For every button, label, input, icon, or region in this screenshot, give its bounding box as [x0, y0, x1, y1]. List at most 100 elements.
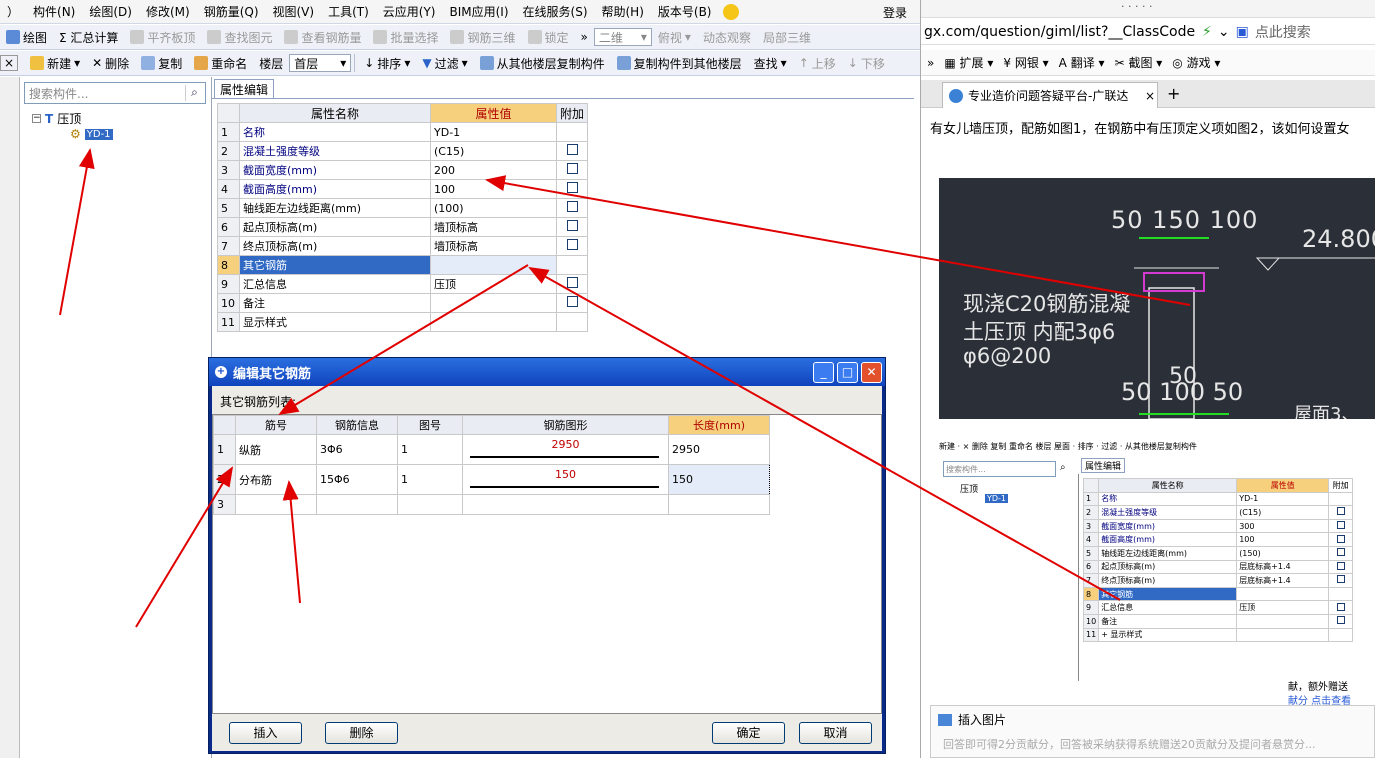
cancel-button[interactable]: 取消: [799, 722, 872, 744]
property-value[interactable]: 墙顶标高: [430, 217, 557, 237]
figure-no-cell[interactable]: 1: [397, 434, 463, 465]
bank-button[interactable]: ¥ 网银 ▾: [1003, 54, 1048, 71]
move-up-button[interactable]: ↑ 上移: [793, 55, 842, 72]
add-checkbox[interactable]: [566, 163, 578, 174]
rebar-row[interactable]: 2 分布筋 15Φ6 1 150 150: [213, 464, 770, 495]
rebar-row[interactable]: 1 纵筋 3Φ6 1 2950 2950: [213, 434, 770, 465]
property-value[interactable]: (100): [430, 198, 557, 218]
property-row[interactable]: 3 截面宽度(mm) 200: [217, 160, 589, 180]
property-row[interactable]: 1 名称 YD-1: [217, 122, 589, 142]
menu-modify[interactable]: 修改(M): [139, 3, 197, 20]
property-value[interactable]: 压顶: [430, 274, 557, 294]
add-checkbox[interactable]: [566, 277, 578, 288]
close-icon[interactable]: ×: [0, 55, 19, 71]
tree-item-yd1[interactable]: ⚙ YD-1: [70, 127, 113, 141]
sort-button[interactable]: ↓ 排序 ▾: [358, 55, 416, 72]
add-checkbox[interactable]: [566, 296, 578, 307]
move-down-button[interactable]: ↓ 下移: [842, 55, 891, 72]
menu-online[interactable]: 在线服务(S): [516, 3, 595, 20]
chevron-down-icon[interactable]: ⌄: [1218, 24, 1230, 40]
maximize-button[interactable]: □: [837, 362, 858, 383]
property-row[interactable]: 9 汇总信息 压顶: [217, 274, 589, 294]
property-row[interactable]: 7 终点顶标高(m) 墙顶标高: [217, 236, 589, 256]
add-checkbox[interactable]: [566, 239, 578, 250]
insert-button[interactable]: 插入: [229, 722, 302, 744]
length-cell[interactable]: 150: [668, 464, 770, 495]
local-3d-button[interactable]: 局部三维: [757, 29, 817, 46]
property-row[interactable]: 4 截面高度(mm) 100: [217, 179, 589, 199]
new-button[interactable]: 新建 ▾: [24, 55, 86, 72]
property-value[interactable]: 200: [430, 160, 557, 180]
copy-button[interactable]: 复制: [135, 55, 188, 72]
bar-shape-cell[interactable]: [462, 494, 669, 515]
bar-shape-cell[interactable]: 2950: [462, 434, 669, 465]
rename-button[interactable]: 重命名: [188, 55, 253, 72]
orbit-button[interactable]: 动态观察: [697, 29, 757, 46]
rebar-row[interactable]: 3: [213, 494, 770, 515]
screenshot-button[interactable]: ✂ 截图 ▾: [1115, 54, 1163, 71]
property-value[interactable]: 100: [430, 179, 557, 199]
delete-button[interactable]: ✕ 删除: [86, 55, 135, 72]
tab-property-edit[interactable]: 属性编辑: [214, 79, 275, 99]
browser-tab[interactable]: 专业造价问题答疑平台-广联达 ×: [942, 82, 1158, 108]
add-checkbox[interactable]: [566, 220, 578, 231]
login-link[interactable]: 登录: [876, 4, 914, 21]
bar-shape-cell[interactable]: 150: [462, 464, 669, 495]
address-bar[interactable]: gx.com/question/giml/list?__ClassCode=-1…: [921, 19, 1375, 45]
new-tab-button[interactable]: +: [1167, 84, 1180, 103]
menu-cloud[interactable]: 云应用(Y): [376, 3, 443, 20]
batch-select-button[interactable]: 批量选择: [367, 29, 444, 46]
collapse-icon[interactable]: −: [32, 114, 41, 123]
add-checkbox[interactable]: [566, 182, 578, 193]
dialog-close-button[interactable]: ✕: [861, 362, 882, 383]
menu-rebar[interactable]: 钢筋量(Q): [197, 3, 266, 20]
property-value[interactable]: [430, 293, 557, 313]
draw-button[interactable]: 绘图: [0, 29, 53, 46]
property-value[interactable]: [430, 255, 557, 275]
property-value[interactable]: [430, 312, 557, 332]
top-view-button[interactable]: 俯视 ▾: [652, 29, 697, 46]
menu-view[interactable]: 视图(V): [266, 3, 322, 20]
add-checkbox[interactable]: [566, 144, 578, 155]
property-value[interactable]: YD-1: [430, 122, 557, 142]
menu-version[interactable]: 版本号(B): [651, 3, 719, 20]
property-row[interactable]: 6 起点顶标高(m) 墙顶标高: [217, 217, 589, 237]
more-icon[interactable]: »: [927, 56, 934, 70]
floor-select[interactable]: 首层 ▾: [289, 54, 352, 72]
rebar-3d-button[interactable]: 钢筋三维: [444, 29, 521, 46]
bar-no-cell[interactable]: 纵筋: [235, 434, 317, 465]
property-row[interactable]: 8 其它钢筋: [217, 255, 589, 275]
menu-help[interactable]: 帮助(H): [595, 3, 651, 20]
bar-no-cell[interactable]: 分布筋: [235, 464, 317, 495]
view-dim-select[interactable]: 二维 ▾: [593, 28, 652, 46]
length-cell[interactable]: 2950: [668, 434, 770, 465]
bar-info-cell[interactable]: [316, 494, 398, 515]
figure-no-cell[interactable]: [397, 494, 463, 515]
delete-row-button[interactable]: 删除: [325, 722, 398, 744]
bar-info-cell[interactable]: 15Φ6: [316, 464, 398, 495]
more-chevron-icon[interactable]: »: [575, 30, 594, 44]
game-button[interactable]: ◎ 游戏 ▾: [1172, 54, 1220, 71]
dialog-title-bar[interactable]: + 编辑其它钢筋: [209, 358, 885, 386]
property-value[interactable]: 墙顶标高: [430, 236, 557, 256]
ok-button[interactable]: 确定: [712, 722, 785, 744]
insert-image-button[interactable]: 插入图片: [938, 711, 1006, 728]
find-button[interactable]: 查找 ▾: [748, 55, 793, 72]
minimize-button[interactable]: _: [813, 362, 834, 383]
menu-draw[interactable]: 绘图(D): [82, 3, 139, 20]
copy-from-floor-button[interactable]: 从其他楼层复制构件: [474, 55, 611, 72]
add-checkbox[interactable]: [566, 201, 578, 212]
property-row[interactable]: 11 显示样式: [217, 312, 589, 332]
translate-button[interactable]: A 翻译 ▾: [1059, 54, 1105, 71]
ext-button[interactable]: ▦ 扩展 ▾: [944, 54, 993, 71]
menu-bim[interactable]: BIM应用(I): [442, 3, 515, 20]
copy-to-floor-button[interactable]: 复制构件到其他楼层: [611, 55, 748, 72]
property-row[interactable]: 10 备注: [217, 293, 589, 313]
menu-component[interactable]: 构件(N): [26, 3, 82, 20]
filter-button[interactable]: ▼ 过滤 ▾: [416, 55, 473, 72]
figure-no-cell[interactable]: 1: [397, 464, 463, 495]
property-row[interactable]: 5 轴线距左边线距离(mm) (100): [217, 198, 589, 218]
view-rebar-button[interactable]: 查看钢筋量: [278, 29, 367, 46]
search-input[interactable]: 搜索构件... ⌕: [24, 82, 206, 104]
bar-info-cell[interactable]: 3Φ6: [316, 434, 398, 465]
